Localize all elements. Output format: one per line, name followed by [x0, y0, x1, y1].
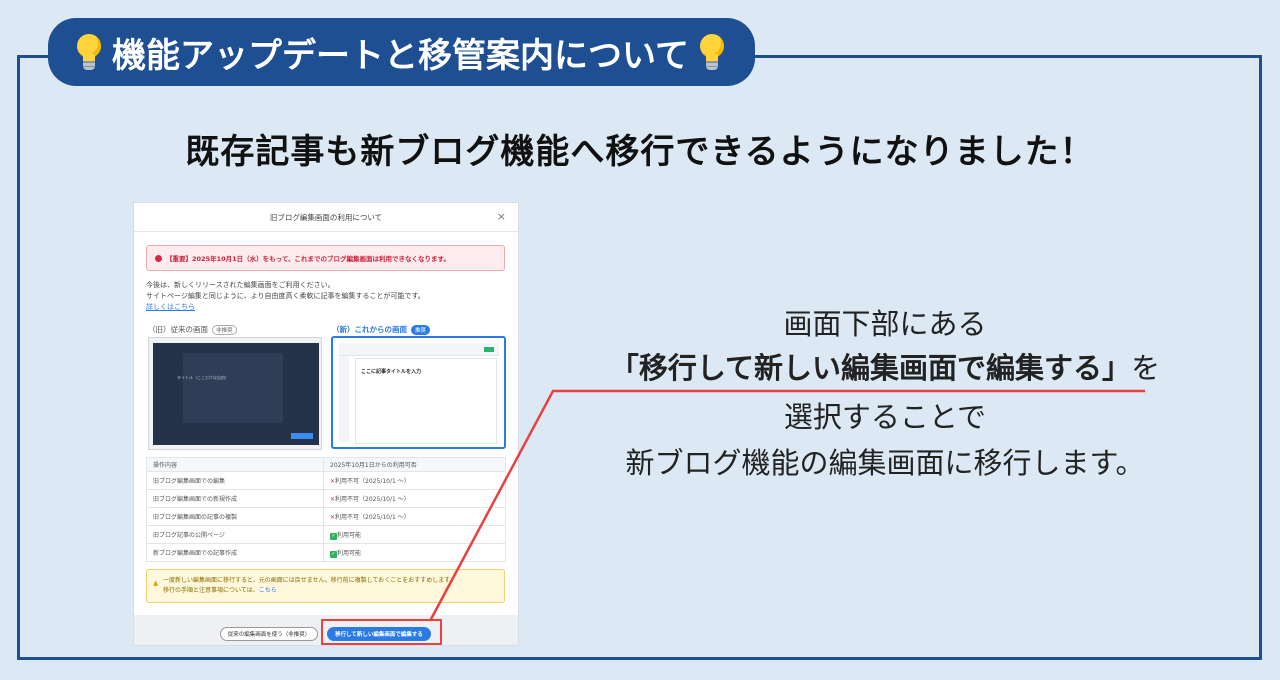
table-cell: 旧ブログ記事の公開ページ [145, 525, 325, 544]
table-cell-status: ✕利用不可（2025/10/1 〜） [323, 471, 506, 490]
callout-line-2: 「移行して新しい編集画面で編集する」を [520, 345, 1250, 387]
alert-icon [155, 254, 162, 262]
header-banner: 機能アップデートと移管案内について [48, 18, 755, 86]
table-row: 旧ブログ編集画面の記事の複製 ✕利用不可（2025/10/1 〜） [145, 507, 506, 526]
table-cell: 新ブログ編集画面での記事作成 [145, 543, 325, 562]
table-header-row: 操作内容 2025年10月1日からの利用可否 [145, 457, 506, 472]
new-editor-toolbar [339, 343, 499, 356]
details-link[interactable]: 詳しくはこちら [146, 303, 195, 311]
old-editor-body [175, 343, 319, 445]
old-screen-label-text: （旧）従来の画面 [148, 325, 208, 334]
status-text: 利用不可（2025/10/1 〜） [335, 514, 410, 521]
dialog-title: 旧ブログ編集画面の利用について [269, 212, 383, 222]
warning-icon: ▲ [153, 579, 159, 587]
check-icon: ✓ [330, 532, 338, 540]
warning-line-2: 移行の手順と注意事項については、こちら [163, 586, 496, 596]
intro-text: 今後は、新しくリリースされた編集画面をご利用ください。 サイトページ編集と同じよ… [146, 280, 506, 313]
new-editor-preview[interactable]: ここに記事タイトルを入力 [331, 336, 506, 449]
table-cell: 旧ブログ編集画面の記事の複製 [145, 507, 325, 526]
intro-line-1: 今後は、新しくリリースされた編集画面をご利用ください。 [146, 281, 335, 289]
status-text: 利用可能 [337, 531, 362, 539]
highlight-box [321, 619, 442, 645]
table-cell: 旧ブログ編集画面での編集 [145, 471, 325, 490]
close-icon[interactable]: × [497, 210, 506, 223]
status-text: 利用不可（2025/10/1 〜） [335, 496, 410, 503]
old-screen-label: （旧）従来の画面 非推奨 [148, 324, 237, 335]
new-screen-label: （新）これからの画面 推奨 [332, 324, 431, 335]
new-editor-publish-button [484, 347, 494, 352]
table-row: 旧ブログ記事の公開ページ ✓利用可能 [145, 525, 506, 544]
check-icon: ✓ [330, 550, 338, 558]
table-row: 旧ブログ編集画面での編集 ✕利用不可（2025/10/1 〜） [145, 471, 506, 490]
old-editor-preview[interactable]: タイトル（ここだけは自由） [148, 337, 322, 450]
main-title: 既存記事も新ブログ機能へ移行できるようになりました！ [185, 132, 1095, 172]
migration-dialog: 旧ブログ編集画面の利用について × 【重要】2025年10月1日（水）をもって、… [133, 202, 519, 646]
availability-table: 操作内容 2025年10月1日からの利用可否 旧ブログ編集画面での編集 ✕利用不… [145, 457, 506, 562]
important-alert: 【重要】2025年10月1日（水）をもって、これまでのブログ編集画面は利用できな… [146, 245, 505, 271]
lightbulb-icon [74, 32, 104, 72]
old-editor-save-button [291, 433, 313, 439]
dialog-header: 旧ブログ編集画面の利用について × [134, 203, 518, 232]
header-title: 機能アップデートと移管案内について [112, 35, 689, 76]
table-cell-status: ✕利用不可（2025/10/1 〜） [323, 489, 506, 508]
new-editor-side-panel [339, 356, 349, 442]
warning-line-2-text: 移行の手順と注意事項については、 [163, 587, 259, 594]
table-cell: 旧ブログ編集画面での新規作成 [145, 489, 325, 508]
status-text: 利用可能 [337, 549, 362, 557]
table-row: 旧ブログ編集画面での新規作成 ✕利用不可（2025/10/1 〜） [145, 489, 506, 508]
lightbulb-icon [697, 32, 727, 72]
old-editor-canvas [183, 353, 283, 423]
callout-line-2-rest: を [1131, 351, 1161, 385]
table-row: 新ブログ編集画面での記事作成 ✓利用可能 [145, 543, 506, 562]
table-cell-status: ✓利用可能 [323, 543, 506, 562]
table-cell-status: ✕利用不可（2025/10/1 〜） [323, 507, 506, 526]
warning-link[interactable]: こちら [259, 587, 277, 594]
table-cell-status: ✓利用可能 [323, 525, 506, 544]
not-recommended-badge: 非推奨 [212, 324, 237, 335]
alert-text: 【重要】2025年10月1日（水）をもって、これまでのブログ編集画面は利用できな… [166, 255, 450, 263]
callout-button-name: 「移行して新しい編集画面で編集する」 [609, 351, 1132, 385]
new-editor-title-placeholder: ここに記事タイトルを入力 [361, 369, 422, 375]
intro-line-2: サイトページ編集と同じように、より自由度高く柔軟に記事を編集することが可能です。 [146, 292, 425, 300]
old-editor-sidebar [153, 343, 175, 445]
old-editor-title-text: タイトル（ここだけは自由） [177, 375, 229, 380]
status-text: 利用不可（2025/10/1 〜） [335, 478, 410, 485]
warning-line-1: 一度新しい編集画面に移行すると、元の画面には戻せません。移行前に複製しておくこと… [163, 577, 456, 584]
recommended-badge: 推奨 [411, 324, 431, 335]
table-header: 2025年10月1日からの利用可否 [323, 457, 506, 472]
migration-warning: ▲ 一度新しい編集画面に移行すると、元の画面には戻せません。移行前に複製しておく… [146, 569, 505, 603]
callout-line-3: 選択することで [783, 400, 987, 434]
callout-line-4: 新ブログ機能の編集画面に移行します。 [625, 446, 1145, 480]
table-header: 操作内容 [145, 457, 325, 472]
callout-line-1: 画面下部にある [783, 307, 987, 341]
new-screen-label-text: （新）これからの画面 [332, 325, 407, 334]
use-old-editor-button[interactable]: 従来の編集画面を使う（非推奨） [220, 627, 318, 641]
